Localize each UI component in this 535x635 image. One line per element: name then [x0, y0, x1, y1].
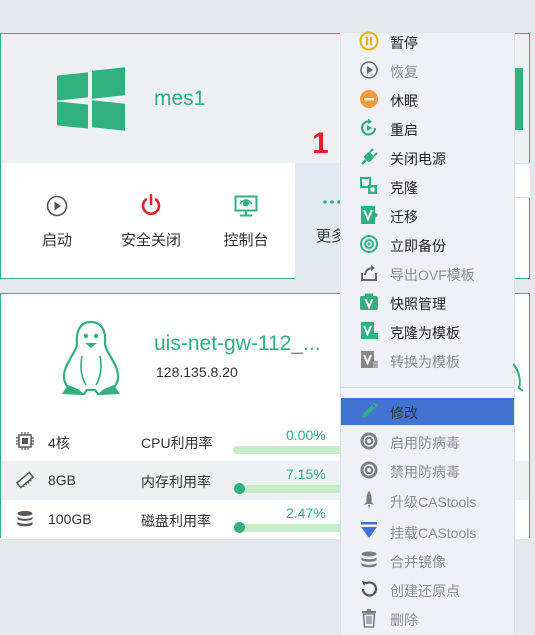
menu-item-enable-antivirus[interactable]: 启用防病毒 [341, 428, 514, 454]
memory-progress-bar [233, 485, 343, 493]
undo-icon [361, 581, 378, 597]
pause-icon [359, 31, 379, 51]
memory-label: 内存利用率 [141, 474, 211, 490]
memory-percent: 7.15% [286, 466, 326, 482]
menu-item-label: 恢复 [390, 64, 418, 80]
menu-item-label: 克隆 [390, 180, 418, 196]
menu-item-mount-castools[interactable]: 挂载CAStools [341, 518, 514, 544]
menu-item-label: 合并镜像 [390, 554, 446, 570]
background-tux-fragment [513, 363, 524, 392]
convert-template-icon [361, 351, 378, 368]
disk-progress-bar [233, 524, 343, 532]
more-button[interactable] [295, 163, 345, 279]
menu-item-label: 转换为模板 [390, 354, 460, 370]
menu-item-label: 创建还原点 [390, 583, 460, 599]
menu-item-restart[interactable]: 重启 [341, 115, 514, 141]
trash-icon [362, 609, 376, 628]
disk-value: 100GB [48, 511, 92, 527]
menu-item-create-restore-point[interactable]: 创建还原点 [341, 576, 514, 602]
rocket-icon [364, 491, 374, 509]
linux-tux-icon [62, 320, 120, 396]
start-button[interactable]: 启动 [17, 189, 97, 250]
memory-value: 8GB [48, 472, 77, 488]
menu-item-disable-antivirus[interactable]: 禁用防病毒 [341, 457, 514, 483]
play-circle-icon [46, 195, 68, 217]
menu-item-label: 升级CAStools [390, 494, 477, 510]
menu-item-label: 挂载CAStools [390, 525, 477, 541]
clone-template-icon [361, 322, 378, 339]
disk-label: 磁盘利用率 [141, 513, 211, 529]
safe-shutdown-label: 安全关闭 [120, 232, 181, 249]
menu-item-upgrade-castools[interactable]: 升级CAStools [341, 487, 514, 513]
migrate-icon [361, 206, 378, 224]
export-icon [361, 265, 377, 281]
menu-item-label: 快照管理 [390, 296, 446, 312]
disk-progress-fill [234, 522, 245, 533]
menu-item-backup-now[interactable]: 立即备份 [341, 231, 514, 257]
menu-item-power-off[interactable]: 关闭电源 [341, 144, 514, 170]
clone-icon [360, 177, 377, 194]
monitor-icon [234, 195, 258, 217]
menu-item-merge-image[interactable]: 合并镜像 [341, 547, 514, 573]
menu-item-label: 休眠 [390, 93, 418, 109]
cpu-progress-bar [233, 446, 343, 454]
menu-item-export-ovf[interactable]: 导出OVF模板 [341, 260, 514, 286]
menu-item-clone[interactable]: 克隆 [341, 173, 514, 199]
snapshot-icon [360, 293, 378, 310]
disk-percent: 2.47% [286, 505, 326, 521]
cpu-percent: 0.00% [286, 427, 326, 443]
menu-item-label: 重启 [390, 122, 418, 138]
menu-item-label: 立即备份 [390, 238, 446, 254]
start-label: 启动 [41, 232, 72, 249]
restart-icon [360, 118, 377, 136]
windows-logo-icon [57, 67, 125, 131]
more-dots-icon [323, 200, 341, 204]
menu-item-edit[interactable]: 修改 [341, 398, 514, 425]
power-icon [141, 193, 161, 215]
vm-name[interactable]: mes1 [154, 87, 205, 111]
cpu-icon [16, 432, 34, 450]
mount-icon [361, 522, 377, 538]
menu-item-label: 克隆为模板 [390, 325, 460, 341]
vm-ip: 128.135.8.20 [156, 364, 238, 380]
menu-item-label: 禁用防病毒 [390, 464, 460, 480]
vm-name[interactable]: uis-net-gw-112_... [154, 332, 321, 356]
menu-item-convert-to-template[interactable]: 转换为模板 [341, 347, 514, 373]
plug-icon [361, 148, 378, 165]
shield-icon [360, 461, 378, 479]
menu-item-label: 启用防病毒 [390, 435, 460, 451]
menu-item-resume[interactable]: 恢复 [341, 57, 514, 83]
menu-item-sleep[interactable]: 休眠 [341, 86, 514, 112]
safe-shutdown-button[interactable]: 安全关闭 [111, 189, 191, 250]
console-button[interactable]: 控制台 [206, 189, 286, 250]
console-label: 控制台 [223, 232, 269, 249]
menu-item-delete[interactable]: 删除 [341, 605, 514, 631]
memory-icon [16, 471, 34, 489]
cpu-value: 4核 [48, 435, 70, 451]
annotation-marker-1: 1 [312, 127, 329, 160]
menu-item-snapshot-manage[interactable]: 快照管理 [341, 289, 514, 315]
menu-item-label: 删除 [390, 612, 418, 628]
menu-item-label: 修改 [390, 405, 418, 421]
sleep-icon [360, 90, 378, 108]
menu-item-migrate[interactable]: 迁移 [341, 202, 514, 228]
menu-item-pause[interactable]: 暂停 [341, 28, 514, 54]
resume-icon [360, 61, 378, 79]
menu-item-label: 暂停 [390, 35, 418, 51]
edit-icon [362, 402, 378, 418]
cpu-label: CPU利用率 [141, 435, 213, 451]
memory-progress-fill [234, 483, 245, 494]
menu-item-clone-as-template[interactable]: 克隆为模板 [341, 318, 514, 344]
menu-divider [341, 387, 514, 388]
disk-icon [17, 511, 33, 527]
menu-item-label: 关闭电源 [390, 151, 446, 167]
backup-icon [360, 235, 378, 253]
database-icon [361, 551, 377, 568]
background-field-fragment [513, 163, 530, 198]
more-actions-menu: 暂停 恢复 休眠 重启 关闭电源 克隆 迁移 立即备份 导出OVF模板 快照管理… [340, 31, 515, 635]
menu-item-label: 导出OVF模板 [390, 267, 475, 283]
menu-item-label: 迁移 [390, 209, 418, 225]
shield-icon [360, 432, 378, 450]
